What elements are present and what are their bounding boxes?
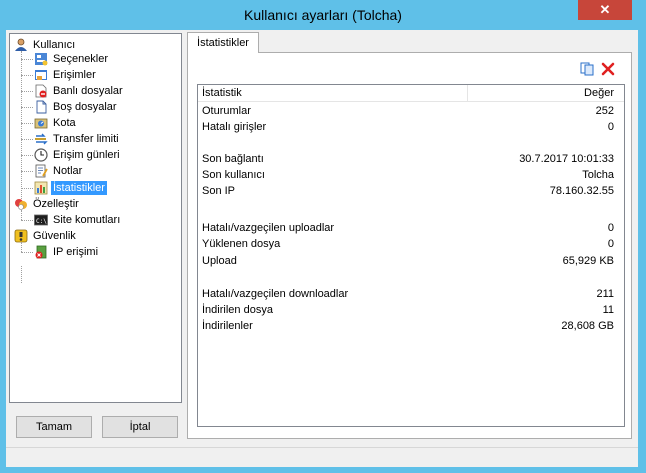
stat-key: Upload [202, 255, 237, 267]
tree-item-guvenlik[interactable]: Güvenlik [14, 228, 78, 244]
statistics-panel: İstatistik Değer Oturumlar 252 Hatalı gir… [187, 52, 632, 439]
stat-key: İndirilen dosya [202, 304, 273, 316]
tree-item-label: Notlar [53, 165, 83, 177]
quota-icon [34, 116, 48, 130]
table-row[interactable]: Oturumlar 252 [198, 103, 618, 119]
table-row[interactable]: Son bağlantı 30.7.2017 10:01:33 [198, 151, 618, 167]
stat-key: Hatalı girişler [202, 121, 267, 133]
ok-button[interactable]: Tamam [16, 416, 92, 438]
tree-item-transfer-limiti[interactable]: Transfer limiti [34, 131, 121, 147]
clock-icon [34, 148, 48, 162]
tree-item-site-komutlari[interactable]: C:\ Site komutları [34, 212, 122, 228]
stat-key: Hatalı/vazgeçilen uploadlar [202, 222, 335, 234]
table-row[interactable]: Hatalı/vazgeçilen uploadlar 0 [198, 220, 618, 236]
window-title: Kullanıcı ayarları (Tolcha) [244, 7, 402, 23]
tree-item-erisim-gunleri[interactable]: Erişim günleri [34, 147, 122, 163]
column-header-statistic[interactable]: İstatistik [198, 85, 468, 101]
tree-item-label: Banlı dosyalar [53, 85, 123, 97]
stat-value: 65,929 KB [562, 255, 614, 267]
stat-value: 28,608 GB [561, 320, 614, 332]
tree-item-label: Seçenekler [53, 53, 109, 65]
banned-files-icon [34, 84, 48, 98]
tree-item-kota[interactable]: Kota [34, 115, 78, 131]
customize-icon [14, 197, 28, 211]
statistics-icon [34, 181, 48, 195]
security-icon [14, 229, 28, 243]
user-icon [14, 38, 28, 52]
table-row [198, 135, 618, 151]
table-row[interactable]: Hatalı/vazgeçilen downloadlar 211 [198, 286, 618, 302]
table-row[interactable]: İndirilen dosya 11 [198, 302, 618, 318]
stat-value: 0 [607, 222, 614, 234]
stat-key: Son bağlantı [202, 153, 264, 165]
stat-key: Hatalı/vazgeçilen downloadlar [202, 288, 349, 300]
tree-item-notlar[interactable]: Notlar [34, 163, 84, 179]
dialog-window: Kullanıcı ayarları (Tolcha) ✕ Kullanıcı [0, 0, 646, 473]
tree-item-label: Erişimler [53, 69, 96, 81]
stat-value: 78.160.32.55 [549, 185, 614, 197]
dialog-client: Kullanıcı Seçenekler Erişimler Banlı dos… [6, 30, 638, 467]
tree-item-label: Site komutları [53, 214, 121, 226]
tree-item-label: Kota [53, 117, 76, 129]
table-row [198, 269, 618, 285]
tree-item-label: Kullanıcı [33, 39, 76, 51]
cancel-button[interactable]: İptal [102, 416, 178, 438]
table-row[interactable]: Hatalı girişler 0 [198, 119, 618, 135]
stat-value: 211 [596, 288, 614, 300]
tree-item-label: Boş dosyalar [53, 101, 117, 113]
table-row[interactable]: Yüklenen dosya 0 [198, 236, 618, 252]
statistics-table[interactable]: İstatistik Değer Oturumlar 252 Hatalı gir… [197, 84, 625, 427]
tree-item-label: İstatistikler [51, 181, 107, 195]
copy-icon[interactable] [580, 62, 594, 76]
status-bar [6, 447, 638, 465]
column-header-value[interactable]: Değer [468, 85, 618, 101]
stat-value: 30.7.2017 10:01:33 [519, 153, 614, 165]
stat-value: Tolcha [582, 169, 614, 181]
tree-item-bos-dosyalar[interactable]: Boş dosyalar [34, 99, 119, 115]
stat-value: 0 [607, 238, 614, 250]
delete-icon[interactable] [601, 62, 615, 76]
tree-item-istatistikler[interactable]: İstatistikler [34, 180, 107, 196]
tab-istatistikler[interactable]: İstatistikler [187, 32, 259, 53]
svg-text:C:\: C:\ [36, 218, 47, 225]
stat-key: Yüklenen dosya [202, 238, 281, 250]
access-icon [34, 68, 48, 82]
tree-item-ozellestir[interactable]: Özelleştir [14, 196, 81, 212]
tree-item-secenekler[interactable]: Seçenekler [34, 51, 110, 67]
table-row[interactable]: Son kullanıcı Tolcha [198, 167, 618, 183]
stat-value: 252 [595, 105, 614, 117]
transfer-limit-icon [34, 132, 48, 146]
tree-item-erisimler[interactable]: Erişimler [34, 67, 98, 83]
tree-item-ip-erisimi[interactable]: IP erişimi [34, 244, 100, 260]
ip-access-icon [34, 245, 48, 259]
empty-file-icon [34, 100, 48, 114]
tree-item-label: IP erişimi [53, 246, 99, 258]
notes-icon [34, 164, 48, 178]
close-button[interactable]: ✕ [578, 0, 632, 20]
stat-key: Son IP [202, 185, 236, 197]
stat-value: 11 [602, 304, 614, 316]
table-row[interactable]: Son IP 78.160.32.55 [198, 183, 618, 199]
tree-item-label: Transfer limiti [53, 133, 119, 145]
stat-key: İndirilenler [202, 320, 253, 332]
console-icon: C:\ [34, 213, 48, 227]
stat-value: 0 [607, 121, 614, 133]
table-header: İstatistik Değer [198, 85, 624, 102]
tree-item-label: Erişim günleri [53, 149, 120, 161]
options-icon [34, 52, 48, 66]
table-row[interactable]: Upload 65,929 KB [198, 253, 618, 269]
tree-item-label: Özelleştir [33, 198, 79, 210]
table-row [198, 199, 618, 215]
tree-item-label: Güvenlik [33, 230, 76, 242]
table-row[interactable]: İndirilenler 28,608 GB [198, 318, 618, 334]
settings-tree[interactable]: Kullanıcı Seçenekler Erişimler Banlı dos… [9, 33, 182, 403]
title-bar[interactable]: Kullanıcı ayarları (Tolcha) ✕ [0, 0, 646, 30]
stat-key: Son kullanıcı [202, 169, 265, 181]
tree-item-banli-dosyalar[interactable]: Banlı dosyalar [34, 83, 125, 99]
stat-key: Oturumlar [202, 105, 251, 117]
